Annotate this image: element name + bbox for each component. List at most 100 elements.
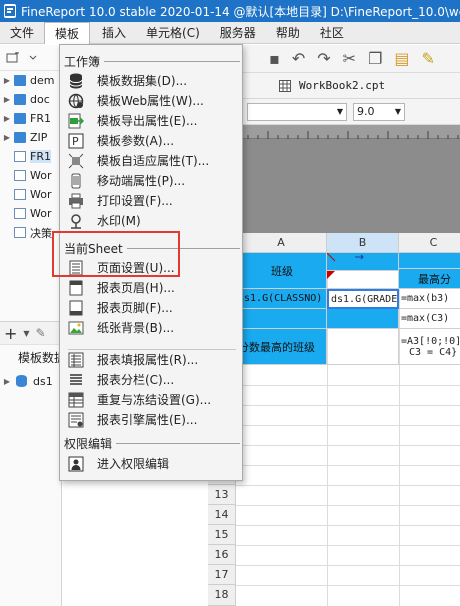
- menu-cell[interactable]: 单元格(C): [136, 22, 210, 44]
- menu-item-columns[interactable]: 报表分栏(C)...: [60, 369, 242, 390]
- chevron-down-icon: ▼: [394, 107, 401, 116]
- menu-item-web-gear[interactable]: 模板Web属性(W)...: [60, 90, 242, 111]
- cell-b2[interactable]: ds1.G(GRADE: [327, 289, 399, 309]
- edit-icon[interactable]: ✎: [36, 326, 46, 340]
- freeze-icon: [68, 392, 84, 408]
- footer-icon: [68, 300, 84, 316]
- svg-text:P: P: [72, 135, 79, 148]
- menu-item-header[interactable]: 报表页眉(H)...: [60, 277, 242, 298]
- menu-item-label: 进入权限编辑: [97, 457, 170, 471]
- format-brush-icon[interactable]: ✎: [422, 49, 435, 68]
- cell-b3[interactable]: [327, 309, 399, 329]
- menu-item-mobile[interactable]: 移动端属性(P)...: [60, 170, 242, 191]
- menu-file[interactable]: 文件: [0, 22, 44, 44]
- menu-server[interactable]: 服务器: [210, 22, 266, 44]
- expand-arrow-icon[interactable]: ▶: [2, 95, 12, 104]
- cell-c4[interactable]: =A3[!0;!0] C3 = C4}: [399, 329, 460, 365]
- row-header[interactable]: 17: [208, 565, 236, 585]
- cell-c2[interactable]: =max(b3): [399, 289, 460, 309]
- menu-item-database[interactable]: 模板数据集(D)...: [60, 70, 242, 91]
- cell-c1[interactable]: 最高分: [399, 269, 460, 289]
- menu-item-watermark[interactable]: 水印(M): [60, 210, 242, 231]
- redo-icon[interactable]: ↷: [317, 49, 330, 68]
- tree-item-label: Wor: [30, 169, 52, 182]
- column-header-b[interactable]: B: [327, 233, 399, 253]
- tree-item[interactable]: ▶ dem: [0, 71, 61, 90]
- menu-template[interactable]: 模板: [44, 21, 91, 44]
- menu-item-background-image[interactable]: 纸张背景(B)...: [60, 317, 242, 338]
- paste-icon[interactable]: ▤: [394, 49, 409, 68]
- menu-community[interactable]: 社区: [310, 22, 354, 44]
- tree-item[interactable]: Wor: [0, 185, 61, 204]
- datasource-item[interactable]: ▶ ds1: [0, 371, 62, 391]
- new-folder-icon[interactable]: [6, 51, 20, 64]
- tree-item[interactable]: ▶ doc: [0, 90, 61, 109]
- cell-c1-top[interactable]: [399, 253, 460, 269]
- copy-icon[interactable]: ❐: [368, 49, 382, 68]
- expand-arrow-icon[interactable]: ▶: [2, 76, 12, 85]
- menu-item-label: 页面设置(U)...: [97, 261, 175, 275]
- file-icon: [14, 170, 26, 181]
- menu-help[interactable]: 帮助: [266, 22, 310, 44]
- dropdown-arrow-icon[interactable]: ▼: [23, 329, 29, 338]
- tab-label: WorkBook2.cpt: [299, 79, 386, 92]
- row-header[interactable]: 13: [208, 485, 236, 505]
- column-header-a[interactable]: A: [236, 233, 327, 253]
- cell-b1[interactable]: [327, 253, 399, 271]
- menu-item-fill-attributes[interactable]: 报表填报属性(R)...: [60, 349, 242, 370]
- menu-item-freeze[interactable]: 重复与冻结设置(G)...: [60, 389, 242, 410]
- menu-item-page-setup[interactable]: 页面设置(U)...: [60, 257, 242, 278]
- font-family-select[interactable]: ▼: [247, 102, 347, 121]
- add-datasource-icon[interactable]: +: [4, 324, 17, 343]
- menu-insert[interactable]: 插入: [92, 22, 136, 44]
- ruler-scale: [243, 125, 460, 139]
- tree-item[interactable]: ▶ ZIP: [0, 128, 61, 147]
- tree-item[interactable]: 决策: [0, 223, 61, 242]
- folder-icon: [14, 94, 26, 105]
- printer-icon: [68, 193, 84, 209]
- row-header[interactable]: 14: [208, 505, 236, 525]
- menu-item-permission[interactable]: 进入权限编辑: [60, 453, 242, 474]
- menu-item-export[interactable]: 模板导出属性(E)...: [60, 110, 242, 131]
- cell-b1-lower[interactable]: [327, 271, 399, 289]
- tree-item-label: dem: [30, 74, 55, 87]
- undo-icon[interactable]: ↶: [292, 49, 305, 68]
- menu-item-label: 重复与冻结设置(G)...: [97, 393, 212, 407]
- expand-arrow-icon[interactable]: [28, 53, 38, 63]
- cell-c3[interactable]: =max(C3): [399, 309, 460, 329]
- expand-arrow-icon[interactable]: ▶: [2, 133, 12, 142]
- tab-workbook2[interactable]: WorkBook2.cpt: [279, 79, 385, 92]
- row-header[interactable]: 18: [208, 585, 236, 606]
- spreadsheet-grid[interactable]: A B C 13 14 15 16 17 18 班级 最高分 ds1.G(CLA…: [208, 233, 460, 606]
- menu-item-label: 模板导出属性(E)...: [97, 114, 198, 128]
- cell-a3[interactable]: [236, 309, 327, 329]
- column-header-c[interactable]: C: [399, 233, 460, 253]
- tree-item[interactable]: Wor: [0, 166, 61, 185]
- tree-item[interactable]: Wor: [0, 204, 61, 223]
- menu-item-engine[interactable]: 报表引擎属性(E)...: [60, 409, 242, 430]
- section-permission: 权限编辑: [64, 435, 240, 452]
- save-icon[interactable]: ▪: [269, 49, 280, 68]
- cell-a4[interactable]: 分数最高的班级: [236, 329, 327, 365]
- row-header[interactable]: 16: [208, 545, 236, 565]
- template-tabs: WorkBook2.cpt: [243, 73, 460, 99]
- folder-icon: [14, 75, 26, 86]
- cut-icon[interactable]: ✂: [343, 49, 356, 68]
- expand-arrow-icon[interactable]: ▶: [2, 377, 12, 386]
- expand-arrow-icon[interactable]: ▶: [2, 114, 12, 123]
- watermark-icon: [68, 213, 84, 229]
- cell-b4[interactable]: [327, 329, 399, 365]
- tree-item-label: ZIP: [30, 131, 48, 144]
- tree-item[interactable]: ▶ FR1: [0, 109, 61, 128]
- tree-item[interactable]: FR1: [0, 147, 61, 166]
- page-setup-icon: [68, 260, 84, 276]
- menu-item-printer[interactable]: 打印设置(F)...: [60, 190, 242, 211]
- menu-item-footer[interactable]: 报表页脚(F)...: [60, 297, 242, 318]
- menu-item-adaptive[interactable]: 模板自适应属性(T)...: [60, 150, 242, 171]
- font-size-select[interactable]: 9.0 ▼: [353, 102, 405, 121]
- cell-a1[interactable]: 班级: [236, 253, 327, 289]
- cell-a2[interactable]: ds1.G(CLASSNO): [236, 289, 327, 309]
- datasource-label: ds1: [33, 374, 53, 388]
- menu-item-parameter[interactable]: P 模板参数(A)...: [60, 130, 242, 151]
- row-header[interactable]: 15: [208, 525, 236, 545]
